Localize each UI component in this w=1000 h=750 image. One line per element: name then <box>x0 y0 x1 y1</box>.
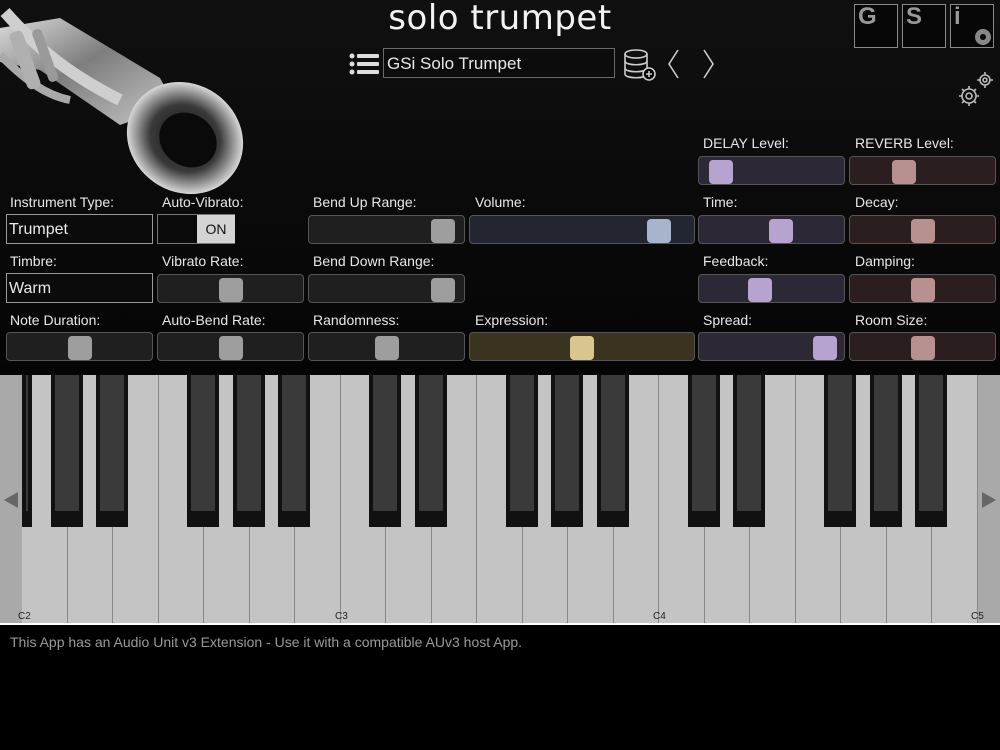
chevron-left-icon[interactable] <box>666 48 680 80</box>
spread-label: Spread: <box>703 312 753 328</box>
slider-thumb[interactable] <box>67 336 92 360</box>
bend-up-range-label: Bend Up Range: <box>313 194 417 210</box>
randomness-label: Randomness: <box>313 312 400 328</box>
vibrato-rate-slider[interactable] <box>157 274 304 303</box>
time-label: Time: <box>703 194 738 210</box>
expression-slider[interactable] <box>469 332 695 361</box>
slider-thumb[interactable] <box>431 219 456 243</box>
slider-thumb[interactable] <box>218 336 243 360</box>
note-duration-label: Note Duration: <box>10 312 101 328</box>
logo-letter: S <box>906 3 923 30</box>
slider-thumb[interactable] <box>646 219 671 243</box>
black-key[interactable] <box>232 375 265 527</box>
black-key[interactable] <box>22 375 32 527</box>
randomness-slider[interactable] <box>308 332 465 361</box>
damping-label: Damping: <box>855 253 915 269</box>
reverb-level-label: REVERB Level: <box>855 135 954 151</box>
damping-slider[interactable] <box>849 274 996 303</box>
black-key[interactable] <box>915 375 947 527</box>
black-key[interactable] <box>278 375 310 527</box>
bend-down-range-slider[interactable] <box>308 274 465 303</box>
slider-thumb[interactable] <box>892 160 917 184</box>
expression-label: Expression: <box>475 312 549 328</box>
footer-message: This App has an Audio Unit v3 Extension … <box>10 634 523 650</box>
auto-vibrato-label: Auto-Vibrato: <box>162 194 244 210</box>
volume-label: Volume: <box>475 194 526 210</box>
decay-slider[interactable] <box>849 215 996 244</box>
feedback-label: Feedback: <box>703 253 769 269</box>
reverb-level-slider[interactable] <box>849 156 996 185</box>
octave-label-c5: C5 <box>971 611 984 622</box>
logo-box-i: i <box>950 3 994 48</box>
logo-box-s: S <box>902 3 946 48</box>
slider-thumb[interactable] <box>708 160 733 184</box>
vibrato-rate-label: Vibrato Rate: <box>162 253 244 269</box>
black-key[interactable] <box>187 375 219 527</box>
chevron-right-icon[interactable] <box>702 48 716 80</box>
black-key[interactable] <box>505 375 538 527</box>
gear-logo-icon <box>975 29 991 45</box>
slider-thumb[interactable] <box>570 336 594 360</box>
keyboard-scroll-right[interactable] <box>978 375 1000 623</box>
database-add-icon[interactable] <box>622 48 658 82</box>
instrument-type-label: Instrument Type: <box>10 194 115 210</box>
slider-thumb[interactable] <box>910 336 935 360</box>
octave-label-c3: C3 <box>335 611 348 622</box>
slider-thumb[interactable] <box>812 336 837 360</box>
timbre-field[interactable]: Warm <box>6 273 153 303</box>
delay-level-label: DELAY Level: <box>703 135 789 151</box>
black-key[interactable] <box>50 375 83 527</box>
triangle-left-icon[interactable] <box>2 491 20 509</box>
slider-thumb[interactable] <box>374 336 399 360</box>
feedback-slider[interactable] <box>698 274 845 303</box>
black-key[interactable] <box>369 375 401 527</box>
auto-bend-rate-slider[interactable] <box>157 332 304 361</box>
bend-down-range-label: Bend Down Range: <box>313 253 435 269</box>
black-key[interactable] <box>551 375 583 527</box>
logo-letter: i <box>954 3 961 30</box>
auto-bend-rate-label: Auto-Bend Rate: <box>162 312 266 328</box>
room-size-slider[interactable] <box>849 332 996 361</box>
room-size-label: Room Size: <box>855 312 928 328</box>
slider-thumb[interactable] <box>431 278 456 302</box>
preset-name-field[interactable]: GSi Solo Trumpet <box>383 48 615 78</box>
logo-box-g: G <box>854 3 898 48</box>
slider-thumb[interactable] <box>768 219 793 243</box>
piano-keyboard[interactable]: C2 C3 C4 C5 <box>0 375 1000 625</box>
black-key[interactable] <box>733 375 765 527</box>
gears-icon[interactable] <box>955 68 997 110</box>
black-key[interactable] <box>687 375 720 527</box>
decay-label: Decay: <box>855 194 899 210</box>
slider-thumb[interactable] <box>218 278 243 302</box>
octave-label-c4: C4 <box>653 611 666 622</box>
timbre-label: Timbre: <box>10 253 57 269</box>
volume-slider[interactable] <box>469 215 695 244</box>
black-key[interactable] <box>96 375 128 527</box>
auto-vibrato-toggle[interactable]: ON <box>157 214 235 244</box>
delay-level-slider[interactable] <box>698 156 845 185</box>
slider-thumb[interactable] <box>910 278 935 302</box>
list-icon[interactable] <box>349 53 381 75</box>
keyboard-scroll-left[interactable] <box>0 375 22 623</box>
time-slider[interactable] <box>698 215 845 244</box>
bend-up-range-slider[interactable] <box>308 215 465 244</box>
app-window: solo trumpet GSi Solo Trumpet G S i DELA… <box>0 0 1000 750</box>
toggle-on-state[interactable]: ON <box>197 215 235 243</box>
black-key[interactable] <box>824 375 856 527</box>
instrument-type-field[interactable]: Trumpet <box>6 214 153 244</box>
slider-thumb[interactable] <box>748 278 773 302</box>
octave-label-c2: C2 <box>18 611 31 622</box>
trumpet-image <box>0 8 244 195</box>
slider-thumb[interactable] <box>910 219 935 243</box>
triangle-right-icon[interactable] <box>980 491 998 509</box>
note-duration-slider[interactable] <box>6 332 153 361</box>
black-key[interactable] <box>869 375 902 527</box>
app-title: solo trumpet <box>388 0 612 38</box>
logo-letter: G <box>858 3 877 30</box>
spread-slider[interactable] <box>698 332 845 361</box>
black-key[interactable] <box>596 375 629 527</box>
black-key[interactable] <box>414 375 447 527</box>
